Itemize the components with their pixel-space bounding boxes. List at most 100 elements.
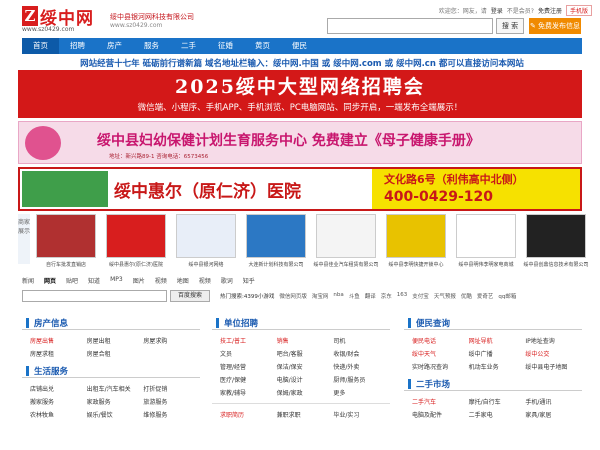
panel-link[interactable]: 旅游服务 <box>143 397 200 406</box>
panel-link[interactable]: 便民电话 <box>412 336 469 345</box>
panel-link[interactable]: 技工/普工 <box>220 336 277 345</box>
panel-link[interactable]: 手机/通讯 <box>525 397 582 406</box>
post-info-button[interactable]: ✎ 免费发布信息 <box>529 18 581 34</box>
panel-link[interactable]: 出租车/汽车相关 <box>87 384 144 393</box>
banner-hospital[interactable]: 绥中惠尔（原仁济）医院 文化路6号（利伟高中北侧） 400-0429-120 <box>18 167 582 211</box>
search-tab[interactable]: 网页 <box>44 276 56 285</box>
hot-search-link[interactable]: 斗鱼 <box>349 292 360 300</box>
panel-link[interactable]: 绥中公交 <box>525 349 582 358</box>
search-button[interactable]: 搜 索 <box>496 18 524 34</box>
panel-link[interactable]: 娱乐/餐饮 <box>87 410 144 419</box>
panel-link[interactable]: 求职简历 <box>220 410 277 419</box>
panel-link[interactable]: IP地址查询 <box>525 336 582 345</box>
baidu-search-input[interactable] <box>22 290 167 302</box>
mobile-version-link[interactable]: 手机版 <box>565 5 592 16</box>
panel-link[interactable]: 房屋求购 <box>143 336 200 345</box>
panel-link[interactable]: 电脑/设计 <box>277 375 334 384</box>
panel-link[interactable]: 搬家服务 <box>30 397 87 406</box>
hot-search-link[interactable]: 优酷 <box>461 292 472 300</box>
panel-link[interactable]: 吧台/客服 <box>277 349 334 358</box>
panel-link[interactable]: 管理/经营 <box>220 362 277 371</box>
panel-link[interactable]: 家教/辅导 <box>220 388 277 397</box>
panel-link[interactable]: 绥中广播 <box>469 349 526 358</box>
nav-item[interactable]: 招聘 <box>59 38 96 54</box>
hot-search-link[interactable]: 热门搜索:4399小游戏 <box>220 292 274 300</box>
hot-search-link[interactable]: 支付宝 <box>412 292 429 300</box>
panel-link[interactable]: 绥中县电子地图 <box>525 362 582 371</box>
panel-link[interactable]: 家政服务 <box>87 397 144 406</box>
logo-mark[interactable]: Z <box>22 6 38 26</box>
panel-link[interactable]: 房屋合租 <box>87 349 144 358</box>
featured-item[interactable]: 绥中县银河网络 <box>172 214 240 272</box>
register-link[interactable]: 免费注册 <box>538 6 562 15</box>
hot-search-link[interactable]: 翻译 <box>365 292 376 300</box>
hot-search-link[interactable]: 爱奇艺 <box>477 292 494 300</box>
panel-link[interactable]: 机动车业务 <box>469 362 526 371</box>
hot-search-link[interactable]: 163 <box>397 292 408 300</box>
nav-item[interactable]: 服务 <box>133 38 170 54</box>
panel-link[interactable]: 维修服务 <box>143 410 200 419</box>
panel-link[interactable]: 保洁/保安 <box>277 362 334 371</box>
login-link[interactable]: 登录 <box>491 6 503 15</box>
panel-link[interactable]: 更多 <box>333 388 390 397</box>
nav-item[interactable]: 房产 <box>96 38 133 54</box>
panel-link[interactable]: 销售 <box>277 336 334 345</box>
panel-link[interactable]: 医疗/保健 <box>220 375 277 384</box>
panel-link[interactable]: 文员 <box>220 349 277 358</box>
panel-link[interactable]: 快递/外卖 <box>333 362 390 371</box>
search-tab[interactable]: 知道 <box>88 276 100 285</box>
featured-item[interactable]: 大连新计划科技有限公司 <box>242 214 310 272</box>
panel-link[interactable]: 保姆/家政 <box>277 388 334 397</box>
hot-search-link[interactable]: 微信网页版 <box>279 292 307 300</box>
search-tab[interactable]: 贴吧 <box>66 276 78 285</box>
panel-link[interactable]: 打折促销 <box>143 384 200 393</box>
panel-link[interactable]: 司机 <box>333 336 390 345</box>
nav-item[interactable]: 黄页 <box>244 38 281 54</box>
panel-link[interactable] <box>143 349 200 358</box>
hot-search-link[interactable]: 淘宝网 <box>312 292 329 300</box>
featured-item[interactable]: 绥中县李明快捷开锁中心 <box>382 214 450 272</box>
panel-link[interactable]: 网址导航 <box>469 336 526 345</box>
hot-search-link[interactable]: qq邮箱 <box>498 292 516 300</box>
search-tab[interactable]: 视频 <box>199 276 211 285</box>
search-input[interactable] <box>327 18 493 34</box>
search-tab[interactable]: MP3 <box>110 276 123 285</box>
nav-item[interactable]: 征婚 <box>207 38 244 54</box>
panel-link[interactable]: 电脑及配件 <box>412 410 469 419</box>
featured-item[interactable]: 自行车批发直销店 <box>32 214 100 272</box>
search-tab[interactable]: 地图 <box>177 276 189 285</box>
search-tab[interactable]: 歌词 <box>221 276 233 285</box>
panel-link[interactable]: 实时路况查询 <box>412 362 469 371</box>
hot-search-link[interactable]: 天气预报 <box>434 292 456 300</box>
panel-link[interactable]: 二手汽车 <box>412 397 469 406</box>
nav-item[interactable]: 首页 <box>22 38 59 54</box>
panel-link[interactable]: 房屋出售 <box>30 336 87 345</box>
hot-search-link[interactable]: 京东 <box>381 292 392 300</box>
panel-link[interactable]: 收银/财会 <box>333 349 390 358</box>
baidu-search-button[interactable]: 百度搜索 <box>170 290 210 302</box>
search-tab[interactable]: 新闻 <box>22 276 34 285</box>
panel-link[interactable]: 摩托/自行车 <box>469 397 526 406</box>
panel-link[interactable]: 店铺出兑 <box>30 384 87 393</box>
nav-item[interactable]: 二手 <box>170 38 207 54</box>
panel-link[interactable]: 毕业/实习 <box>333 410 390 419</box>
panel-link[interactable]: 兼职求职 <box>277 410 334 419</box>
panel-link[interactable]: 绥中天气 <box>412 349 469 358</box>
hot-search-link[interactable]: nba <box>333 292 343 300</box>
search-tab[interactable]: 知乎 <box>243 276 255 285</box>
featured-item[interactable]: 绥中县惠尔(原仁济)医院 <box>102 214 170 272</box>
nav-item[interactable]: 便民 <box>281 38 318 54</box>
panel-link[interactable]: 房屋出租 <box>87 336 144 345</box>
search-tab[interactable]: 视频 <box>155 276 167 285</box>
search-tab[interactable]: 图片 <box>133 276 145 285</box>
featured-item[interactable]: 绥中县佳业汽车租赁有限公司 <box>312 214 380 272</box>
panel-link[interactable]: 二手家电 <box>469 410 526 419</box>
panel-link[interactable]: 厨师/服务员 <box>333 375 390 384</box>
panel-link[interactable]: 家具/家居 <box>525 410 582 419</box>
featured-item[interactable]: 绥中县明伟李明家电商城 <box>452 214 520 272</box>
panel-link[interactable]: 农林牧鱼 <box>30 410 87 419</box>
panel-link[interactable]: 房屋求租 <box>30 349 87 358</box>
featured-item[interactable]: 绥中县创鼎信息技术有限公司 <box>522 214 590 272</box>
banner-recruitment[interactable]: 2025绥中大型网络招聘会 微信端、小程序、手机APP、手机浏览、PC电脑网站、… <box>18 70 582 118</box>
banner-maternal-health[interactable]: 绥中县妇幼保健计划生育服务中心 免费建立《母子健康手册》 地址：新兴路89-1 … <box>18 121 582 164</box>
